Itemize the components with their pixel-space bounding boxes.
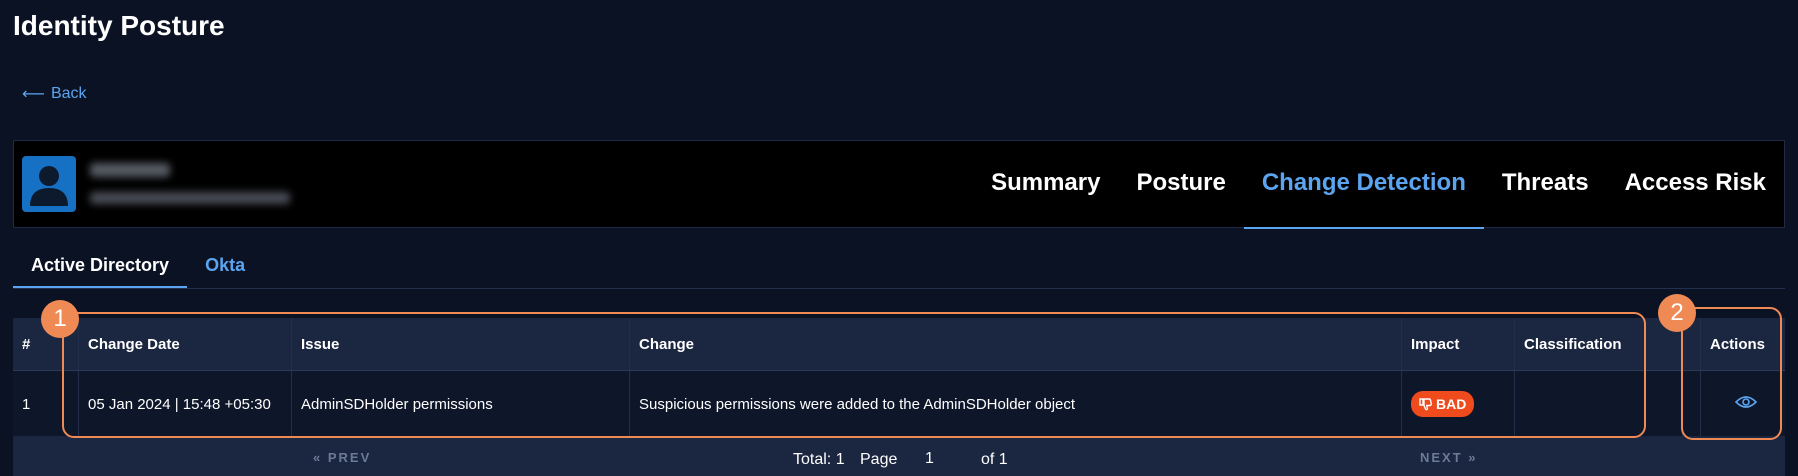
avatar bbox=[22, 156, 76, 212]
back-label: Back bbox=[50, 85, 87, 102]
page-of-label: of 1 bbox=[981, 451, 1008, 468]
user-icon bbox=[30, 166, 68, 206]
page-label: Page bbox=[860, 451, 898, 468]
sub-tabs: Active Directory Okta bbox=[13, 246, 1785, 289]
prev-label: PREV bbox=[327, 450, 372, 465]
main-tabs: Summary Posture Change Detection Threats… bbox=[973, 141, 1784, 229]
tab-change-detection[interactable]: Change Detection bbox=[1243, 141, 1484, 229]
next-page-button[interactable]: NEXT » bbox=[1420, 450, 1478, 465]
profile-header: Summary Posture Change Detection Threats… bbox=[13, 140, 1785, 229]
tab-access-risk[interactable]: Access Risk bbox=[1607, 141, 1784, 229]
page-input[interactable] bbox=[925, 450, 965, 468]
callout-number-1: 1 bbox=[41, 300, 79, 338]
double-chevron-left-icon: « bbox=[313, 450, 323, 465]
callout-box-1 bbox=[62, 312, 1646, 438]
next-label: NEXT bbox=[1420, 450, 1463, 465]
user-name-redacted bbox=[90, 163, 170, 177]
pagination: « PREV Total: 1 Page of 1 NEXT » bbox=[13, 436, 1785, 476]
page-title: Identity Posture bbox=[13, 10, 225, 41]
back-link[interactable]: ⟵ Back bbox=[22, 84, 87, 104]
total-count: Total: 1 bbox=[793, 451, 845, 468]
tab-posture[interactable]: Posture bbox=[1118, 141, 1243, 229]
double-chevron-right-icon: » bbox=[1468, 450, 1478, 465]
callout-number-2: 2 bbox=[1658, 294, 1696, 332]
callout-box-2 bbox=[1681, 307, 1782, 440]
user-email-redacted bbox=[90, 192, 290, 204]
prev-page-button[interactable]: « PREV bbox=[313, 450, 371, 465]
arrow-left-icon: ⟵ bbox=[22, 86, 45, 103]
subtab-active-directory[interactable]: Active Directory bbox=[13, 246, 188, 288]
subtab-okta[interactable]: Okta bbox=[187, 246, 263, 288]
tab-summary[interactable]: Summary bbox=[973, 141, 1118, 229]
tab-threats[interactable]: Threats bbox=[1484, 141, 1607, 229]
